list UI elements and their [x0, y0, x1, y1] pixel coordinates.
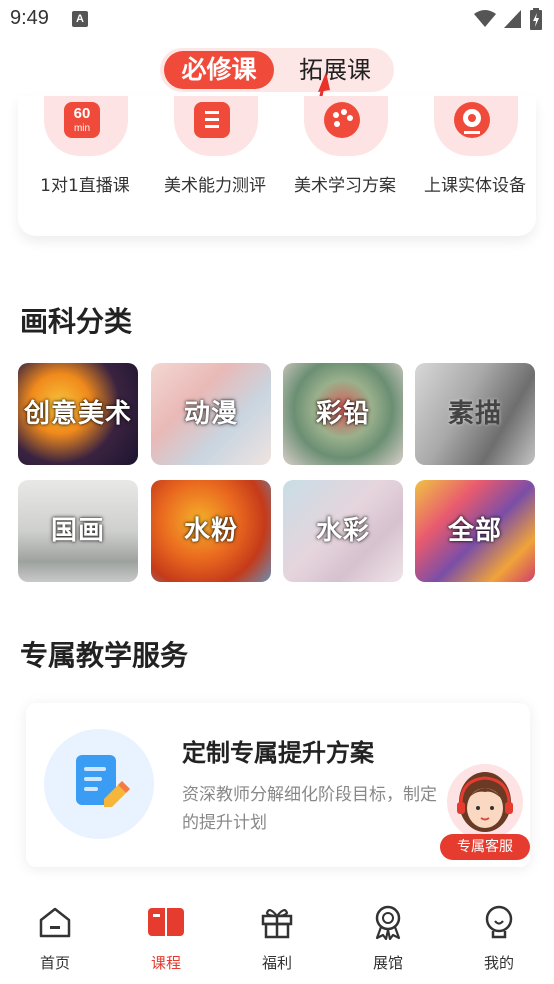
nav-label: 福利 — [261, 954, 292, 972]
status-bar: 9:49 A — [0, 0, 554, 40]
feature-label: 上课实体设备 — [424, 176, 526, 196]
bottom-nav: 首页 课程 福利 展馆 我的 — [0, 890, 554, 984]
support-avatar-icon — [447, 764, 523, 840]
feature-label: 美术学习方案 — [294, 176, 396, 196]
support-label: 专属客服 — [440, 834, 530, 860]
gift-icon — [261, 909, 293, 939]
customer-service-button[interactable]: 专属客服 — [440, 762, 530, 862]
course-tabs: 必修课 拓展课 — [160, 48, 394, 92]
service-card-title: 定制专属提升方案 — [182, 739, 374, 767]
category-label: 彩铅 — [315, 399, 370, 429]
status-icons — [474, 8, 542, 30]
nav-item-course[interactable]: 课程 — [111, 890, 221, 984]
nav-label: 首页 — [39, 954, 70, 972]
feature-card: 60 min 1对1直播课 美术能力测评 美术学习方案 上课实体设备 — [18, 96, 536, 236]
live-60min-icon: 60 min — [64, 102, 100, 138]
category-label: 国画 — [50, 516, 105, 546]
nav-label: 课程 — [150, 954, 181, 972]
category-label: 全部 — [447, 516, 502, 546]
category-section-title: 画科分类 — [20, 305, 133, 338]
feature-live-class[interactable]: 60 min 1对1直播课 — [20, 96, 150, 226]
home-icon — [39, 907, 71, 938]
feature-equipment[interactable]: 上课实体设备 — [410, 96, 540, 226]
nav-item-gallery[interactable]: 展馆 — [333, 890, 443, 984]
nav-item-welfare[interactable]: 福利 — [222, 890, 332, 984]
nav-item-home[interactable]: 首页 — [0, 890, 110, 984]
profile-icon — [485, 905, 513, 939]
palette-icon — [324, 102, 360, 138]
tab-required[interactable]: 必修课 — [164, 51, 274, 89]
service-section-title: 专属教学服务 — [20, 639, 189, 672]
feature-study-plan[interactable]: 美术学习方案 — [280, 96, 410, 226]
wifi-icon — [474, 10, 496, 27]
feature-assessment[interactable]: 美术能力测评 — [150, 96, 280, 226]
webcam-icon — [454, 102, 490, 138]
course-book-icon — [148, 908, 184, 936]
category-label: 创意美术 — [23, 399, 132, 429]
category-label: 水粉 — [183, 516, 238, 546]
document-edit-icon — [76, 755, 130, 807]
category-label: 动漫 — [183, 399, 238, 429]
icon-text-60: 60 — [73, 105, 91, 122]
feature-label: 1对1直播课 — [40, 176, 130, 196]
nav-item-profile[interactable]: 我的 — [444, 890, 554, 984]
category-chinese-painting[interactable]: 国画 — [18, 480, 138, 582]
category-anime[interactable]: 动漫 — [151, 363, 271, 465]
status-time: 9:49 — [10, 7, 49, 29]
category-creative-art[interactable]: 创意美术 — [18, 363, 138, 465]
service-card-desc: 资深教师分解细化阶段目标，制定的提升计划 — [182, 785, 437, 833]
assessment-icon — [194, 102, 230, 138]
category-label: 素描 — [447, 399, 502, 429]
battery-icon — [530, 8, 542, 30]
category-watercolor[interactable]: 水彩 — [283, 480, 403, 582]
nav-label: 我的 — [483, 954, 514, 972]
service-icon-bg — [44, 729, 154, 839]
notification-icon: A — [72, 11, 88, 27]
medal-icon — [375, 905, 401, 940]
icon-text-min: min — [73, 123, 91, 134]
category-label: 水彩 — [315, 516, 370, 546]
nav-label: 展馆 — [372, 954, 403, 972]
category-colored-pencil[interactable]: 彩铅 — [283, 363, 403, 465]
category-gouache[interactable]: 水粉 — [151, 480, 271, 582]
signal-icon — [504, 10, 521, 28]
feature-label: 美术能力测评 — [164, 176, 266, 196]
category-all[interactable]: 全部 — [415, 480, 535, 582]
category-sketch[interactable]: 素描 — [415, 363, 535, 465]
